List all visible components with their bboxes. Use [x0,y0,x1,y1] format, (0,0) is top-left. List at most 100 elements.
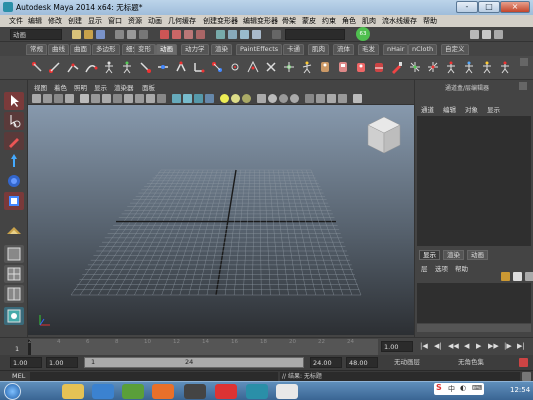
ik-spline-icon[interactable] [84,60,98,74]
snap-grid-icon[interactable] [160,30,169,39]
construction-history-icon[interactable] [216,30,225,39]
show-channel-box-icon[interactable] [494,30,503,39]
viewport-menu-shading[interactable]: 着色 [54,82,67,92]
cluster-icon[interactable] [246,60,260,74]
layout-four-icon[interactable] [4,265,24,283]
shelf-tab-painteffects[interactable]: PaintEffects [236,44,283,55]
anim-layer-dropdown[interactable]: 无动画层 [392,357,440,368]
script-editor-icon[interactable] [522,372,531,381]
paint-select-tool-icon[interactable] [4,132,24,150]
shelf-tab-toon[interactable]: 卡通 [283,44,304,55]
snap-curve-icon[interactable] [172,30,181,39]
shelf-tab-curves[interactable]: 曲线 [48,44,69,55]
select-component-icon[interactable] [139,30,148,39]
show-attribute-editor-icon[interactable] [470,30,479,39]
select-hierarchy-icon[interactable] [115,30,124,39]
clock[interactable]: 12:54 [510,386,530,394]
safe-title-icon[interactable] [146,94,155,103]
image-plane-icon[interactable] [65,94,74,103]
step-forward-frame-icon[interactable]: ▶▶ [488,342,499,350]
default-light-icon[interactable] [220,94,229,103]
layout-outliner-icon[interactable] [4,307,24,325]
smooth-shade-icon[interactable] [172,94,181,103]
camera-attributes-icon[interactable] [43,94,52,103]
step-back-key-icon[interactable]: ◀| [434,342,442,350]
online-badge[interactable]: 63 [356,27,370,41]
aim-constraint-icon[interactable] [156,60,170,74]
shelf-tab-surfaces[interactable]: 曲面 [70,44,91,55]
resolution-gate-icon[interactable] [102,94,111,103]
character-set-icon[interactable] [318,60,332,74]
render-current-frame-icon[interactable] [228,30,237,39]
ime-keyboard-icon[interactable]: ⌨ [472,384,482,392]
scale-constraint-icon[interactable] [192,60,206,74]
auto-key-icon[interactable] [519,358,528,367]
script-language-label[interactable]: MEL [12,372,25,380]
gate-mask-icon[interactable] [113,94,122,103]
lasso-tool-icon[interactable] [4,112,24,130]
shelf-tab-general[interactable]: 常规 [26,44,47,55]
taskbar-app3-icon[interactable] [215,384,237,399]
taskbar-media-icon[interactable] [152,384,174,399]
menu-edit[interactable]: 编辑 [28,16,42,26]
new-layer-selected-icon[interactable] [513,272,522,281]
channel-menu-object[interactable]: 对象 [465,104,478,114]
menu-constrain[interactable]: 约束 [322,16,336,26]
menu-create-deformers[interactable]: 创建变形器 [203,16,238,26]
viewport-menu-renderer[interactable]: 渲染器 [114,82,134,92]
taskbar-explorer-icon[interactable] [62,384,84,399]
shelf-tab-ncloth[interactable]: nCloth [408,44,438,55]
menu-assets[interactable]: 资源 [128,16,142,26]
time-slider[interactable]: 1 2 4 6 8 10 12 14 16 18 20 22 24 1.00 |… [0,337,533,355]
shelf-tab-fur[interactable]: 毛发 [358,44,379,55]
shelf-tab-dynamics[interactable]: 动力学 [181,44,209,55]
shelf-figure-icon[interactable] [498,60,512,74]
minimize-button[interactable]: - [456,1,478,13]
menu-pipeline-cache[interactable]: 流水线缓存 [382,16,417,26]
bind-skin-icon[interactable] [120,60,134,74]
pole-vector-icon[interactable] [228,60,242,74]
menu-edit-deformers[interactable]: 编辑变形器 [243,16,278,26]
maximize-button[interactable]: □ [478,1,500,13]
viewport-menu-view[interactable]: 视图 [34,82,47,92]
menu-file[interactable]: 文件 [9,16,23,26]
layout-two-icon[interactable] [4,285,24,303]
soft-mod-tool-icon[interactable] [4,222,24,240]
playback-start-field[interactable]: 1.00 [46,357,78,368]
parent-constraint-icon[interactable] [210,60,224,74]
shelf-tab-polygons[interactable]: 多边形 [92,44,120,55]
layer-menu-help[interactable]: 帮助 [455,263,468,273]
ime-mode-icon[interactable]: 中 [448,384,455,394]
humanik-icon[interactable] [462,60,476,74]
shelf-tab-custom[interactable]: 自定义 [441,44,469,55]
all-lights-icon[interactable] [231,94,240,103]
menu-geometry-cache[interactable]: 几何缓存 [168,16,196,26]
snap-view-plane-icon[interactable] [196,30,205,39]
shelf-tab-muscle[interactable]: 肌肉 [308,44,329,55]
retarget-icon[interactable] [480,60,494,74]
shelf-tab-deformation[interactable]: 变形 [134,44,155,55]
smooth-shade-wire-icon[interactable] [183,94,192,103]
current-time-field[interactable]: 1.00 [381,341,413,352]
menu-create[interactable]: 创建 [68,16,82,26]
shelf-tab-fluids[interactable]: 流体 [333,44,354,55]
open-scene-icon[interactable] [84,30,93,39]
effector-icon[interactable] [408,60,422,74]
show-tool-settings-icon[interactable] [482,30,491,39]
motion-blur-icon[interactable] [279,94,288,103]
range-slider-bar[interactable]: 1 24 [84,357,304,368]
range-handle-start[interactable]: 1 [91,358,95,366]
shelf-tab-nhair[interactable]: nHair [383,44,409,55]
input-line-field[interactable] [285,29,345,40]
menu-muscle[interactable]: 肌肉 [362,16,376,26]
layout-single-icon[interactable] [4,245,24,263]
start-button[interactable] [4,383,21,400]
field-chart-icon[interactable] [124,94,133,103]
taskbar-ie-icon[interactable] [92,384,114,399]
scale-tool-icon[interactable] [4,192,24,210]
shelf-tab-rendering[interactable]: 渲染 [211,44,232,55]
taskbar-maya-icon[interactable] [246,384,268,399]
animation-start-field[interactable]: 1.00 [10,357,42,368]
shelf-menu-icon[interactable] [520,58,528,66]
channel-menu-show[interactable]: 显示 [487,104,500,114]
